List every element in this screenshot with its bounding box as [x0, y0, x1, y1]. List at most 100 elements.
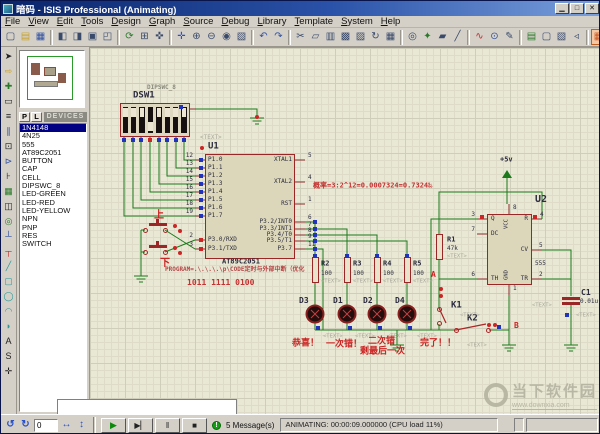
- terminal-circle[interactable]: [437, 307, 442, 312]
- maximize-button[interactable]: □: [570, 3, 584, 14]
- probe-marker[interactable]: [480, 215, 484, 219]
- paste-icon[interactable]: ▥: [323, 29, 338, 45]
- probe-marker[interactable]: [565, 313, 569, 317]
- terminal-circle[interactable]: [143, 250, 148, 255]
- stop-button[interactable]: ■: [182, 418, 207, 433]
- resistor-r2-body[interactable]: [312, 257, 319, 283]
- save-file-icon[interactable]: ▦: [33, 29, 48, 45]
- device-item-switch[interactable]: SWITCH: [20, 240, 86, 248]
- step-button[interactable]: ▶▏: [128, 418, 153, 433]
- symbol-tool-icon[interactable]: S: [2, 349, 16, 364]
- resistor-r4-body[interactable]: [374, 257, 381, 283]
- text-script-tool-icon[interactable]: ≡: [2, 109, 16, 124]
- component-tool-icon[interactable]: ⇨: [2, 64, 16, 79]
- redraw-icon[interactable]: ⟳: [122, 29, 137, 45]
- terminal-circle[interactable]: [143, 228, 148, 233]
- probe-marker[interactable]: [165, 138, 169, 142]
- cut-icon[interactable]: ✂: [293, 29, 308, 45]
- menu-design[interactable]: Design: [111, 16, 141, 27]
- probe-marker[interactable]: [199, 214, 203, 218]
- probe-marker[interactable]: [316, 326, 320, 330]
- probe-marker[interactable]: [199, 182, 203, 186]
- capacitor-c1-plate-bottom[interactable]: [562, 302, 580, 305]
- generator-tool-icon[interactable]: ◎: [2, 214, 16, 229]
- probe-marker[interactable]: [199, 166, 203, 170]
- graph-tool-icon[interactable]: ▦: [2, 184, 16, 199]
- play-button[interactable]: ▶: [101, 418, 126, 433]
- path-tool-icon[interactable]: ◗: [2, 319, 16, 334]
- rotate-cw-icon[interactable]: ↻: [19, 418, 32, 432]
- junction-tool-icon[interactable]: ✚: [2, 79, 16, 94]
- packaging-icon[interactable]: ▰: [435, 29, 450, 45]
- probe-marker[interactable]: [199, 158, 203, 162]
- zoom-all-icon[interactable]: ◉: [219, 29, 234, 45]
- current-probe-tool-icon[interactable]: ┬: [2, 244, 16, 259]
- probe-marker[interactable]: [497, 325, 501, 329]
- pause-button[interactable]: ‖: [155, 418, 180, 433]
- probe-marker[interactable]: [122, 138, 126, 142]
- line-tool-icon[interactable]: ╱: [2, 259, 16, 274]
- menu-library[interactable]: Library: [257, 16, 286, 27]
- menu-debug[interactable]: Debug: [221, 16, 249, 27]
- probe-marker[interactable]: [174, 138, 178, 142]
- menu-file[interactable]: File: [5, 16, 20, 27]
- block-rotate-icon[interactable]: ↻: [368, 29, 383, 45]
- probe-marker[interactable]: [533, 215, 537, 219]
- probe-marker[interactable]: [157, 138, 161, 142]
- probe-marker[interactable]: [182, 138, 186, 142]
- power-terminal-icon[interactable]: [502, 170, 512, 178]
- text-tool-icon[interactable]: A: [2, 334, 16, 349]
- button-up-cap[interactable]: [149, 223, 167, 226]
- probe-marker[interactable]: [179, 105, 183, 109]
- probe-marker[interactable]: [199, 190, 203, 194]
- origin-icon[interactable]: ✜: [152, 29, 167, 45]
- terminal-circle[interactable]: [454, 328, 459, 333]
- probe-marker[interactable]: [148, 138, 152, 142]
- probe-marker[interactable]: [199, 247, 203, 251]
- device-pin-tool-icon[interactable]: ⊦: [2, 169, 16, 184]
- menu-template[interactable]: Template: [295, 16, 334, 27]
- toggle-grid-icon[interactable]: ⊞: [137, 29, 152, 45]
- menu-view[interactable]: View: [28, 16, 48, 27]
- pick-devices-button[interactable]: P: [19, 112, 30, 122]
- wire[interactable]: [532, 250, 571, 296]
- arc-tool-icon[interactable]: ◠: [2, 304, 16, 319]
- probe-marker[interactable]: [139, 138, 143, 142]
- export-section-icon[interactable]: ◨: [70, 29, 85, 45]
- overview-preview[interactable]: [19, 50, 85, 108]
- remove-sheet-icon[interactable]: ▧: [554, 29, 569, 45]
- open-file-icon[interactable]: ▤: [18, 29, 33, 45]
- probe-marker[interactable]: [345, 254, 349, 258]
- property-tool-icon[interactable]: ✎: [502, 29, 517, 45]
- new-sheet-icon[interactable]: ▢: [539, 29, 554, 45]
- menu-help[interactable]: Help: [381, 16, 401, 27]
- import-section-icon[interactable]: ◧: [55, 29, 70, 45]
- schematic-canvas[interactable]: 当下软件园 www.downxia.com DIPSWC_8DSW1<TEXT>…: [89, 47, 600, 414]
- menu-graph[interactable]: Graph: [149, 16, 175, 27]
- marker-tool-icon[interactable]: ✛: [2, 364, 16, 379]
- menu-source[interactable]: Source: [183, 16, 213, 27]
- block-move-icon[interactable]: ▨: [353, 29, 368, 45]
- voltage-probe-tool-icon[interactable]: ┴: [2, 229, 16, 244]
- selection-tool-icon[interactable]: ➤: [2, 49, 16, 64]
- tape-recorder-tool-icon[interactable]: ◫: [2, 199, 16, 214]
- probe-marker[interactable]: [348, 326, 352, 330]
- block-copy-icon[interactable]: ▩: [338, 29, 353, 45]
- probe-marker[interactable]: [313, 233, 317, 237]
- probe-marker[interactable]: [199, 198, 203, 202]
- minimize-button[interactable]: ▁: [555, 3, 569, 14]
- probe-marker[interactable]: [378, 326, 382, 330]
- terminal-tool-icon[interactable]: ⊳: [2, 154, 16, 169]
- probe-marker[interactable]: [199, 206, 203, 210]
- button-down-stem[interactable]: [156, 241, 159, 245]
- goto-sheet-icon[interactable]: ◃: [569, 29, 584, 45]
- design-explorer-icon[interactable]: ▤: [524, 29, 539, 45]
- wire-label-tool-icon[interactable]: ▭: [2, 94, 16, 109]
- menu-edit[interactable]: Edit: [57, 16, 73, 27]
- zoom-out-icon[interactable]: ⊖: [204, 29, 219, 45]
- decompose-icon[interactable]: ╱: [450, 29, 465, 45]
- button-down-cap[interactable]: [149, 245, 167, 248]
- undo-icon[interactable]: ↶: [256, 29, 271, 45]
- title-bar[interactable]: 暗码 - ISIS Professional (Animating) ▁ □ ✕: [1, 1, 600, 16]
- mark-print-area-icon[interactable]: ◰: [100, 29, 115, 45]
